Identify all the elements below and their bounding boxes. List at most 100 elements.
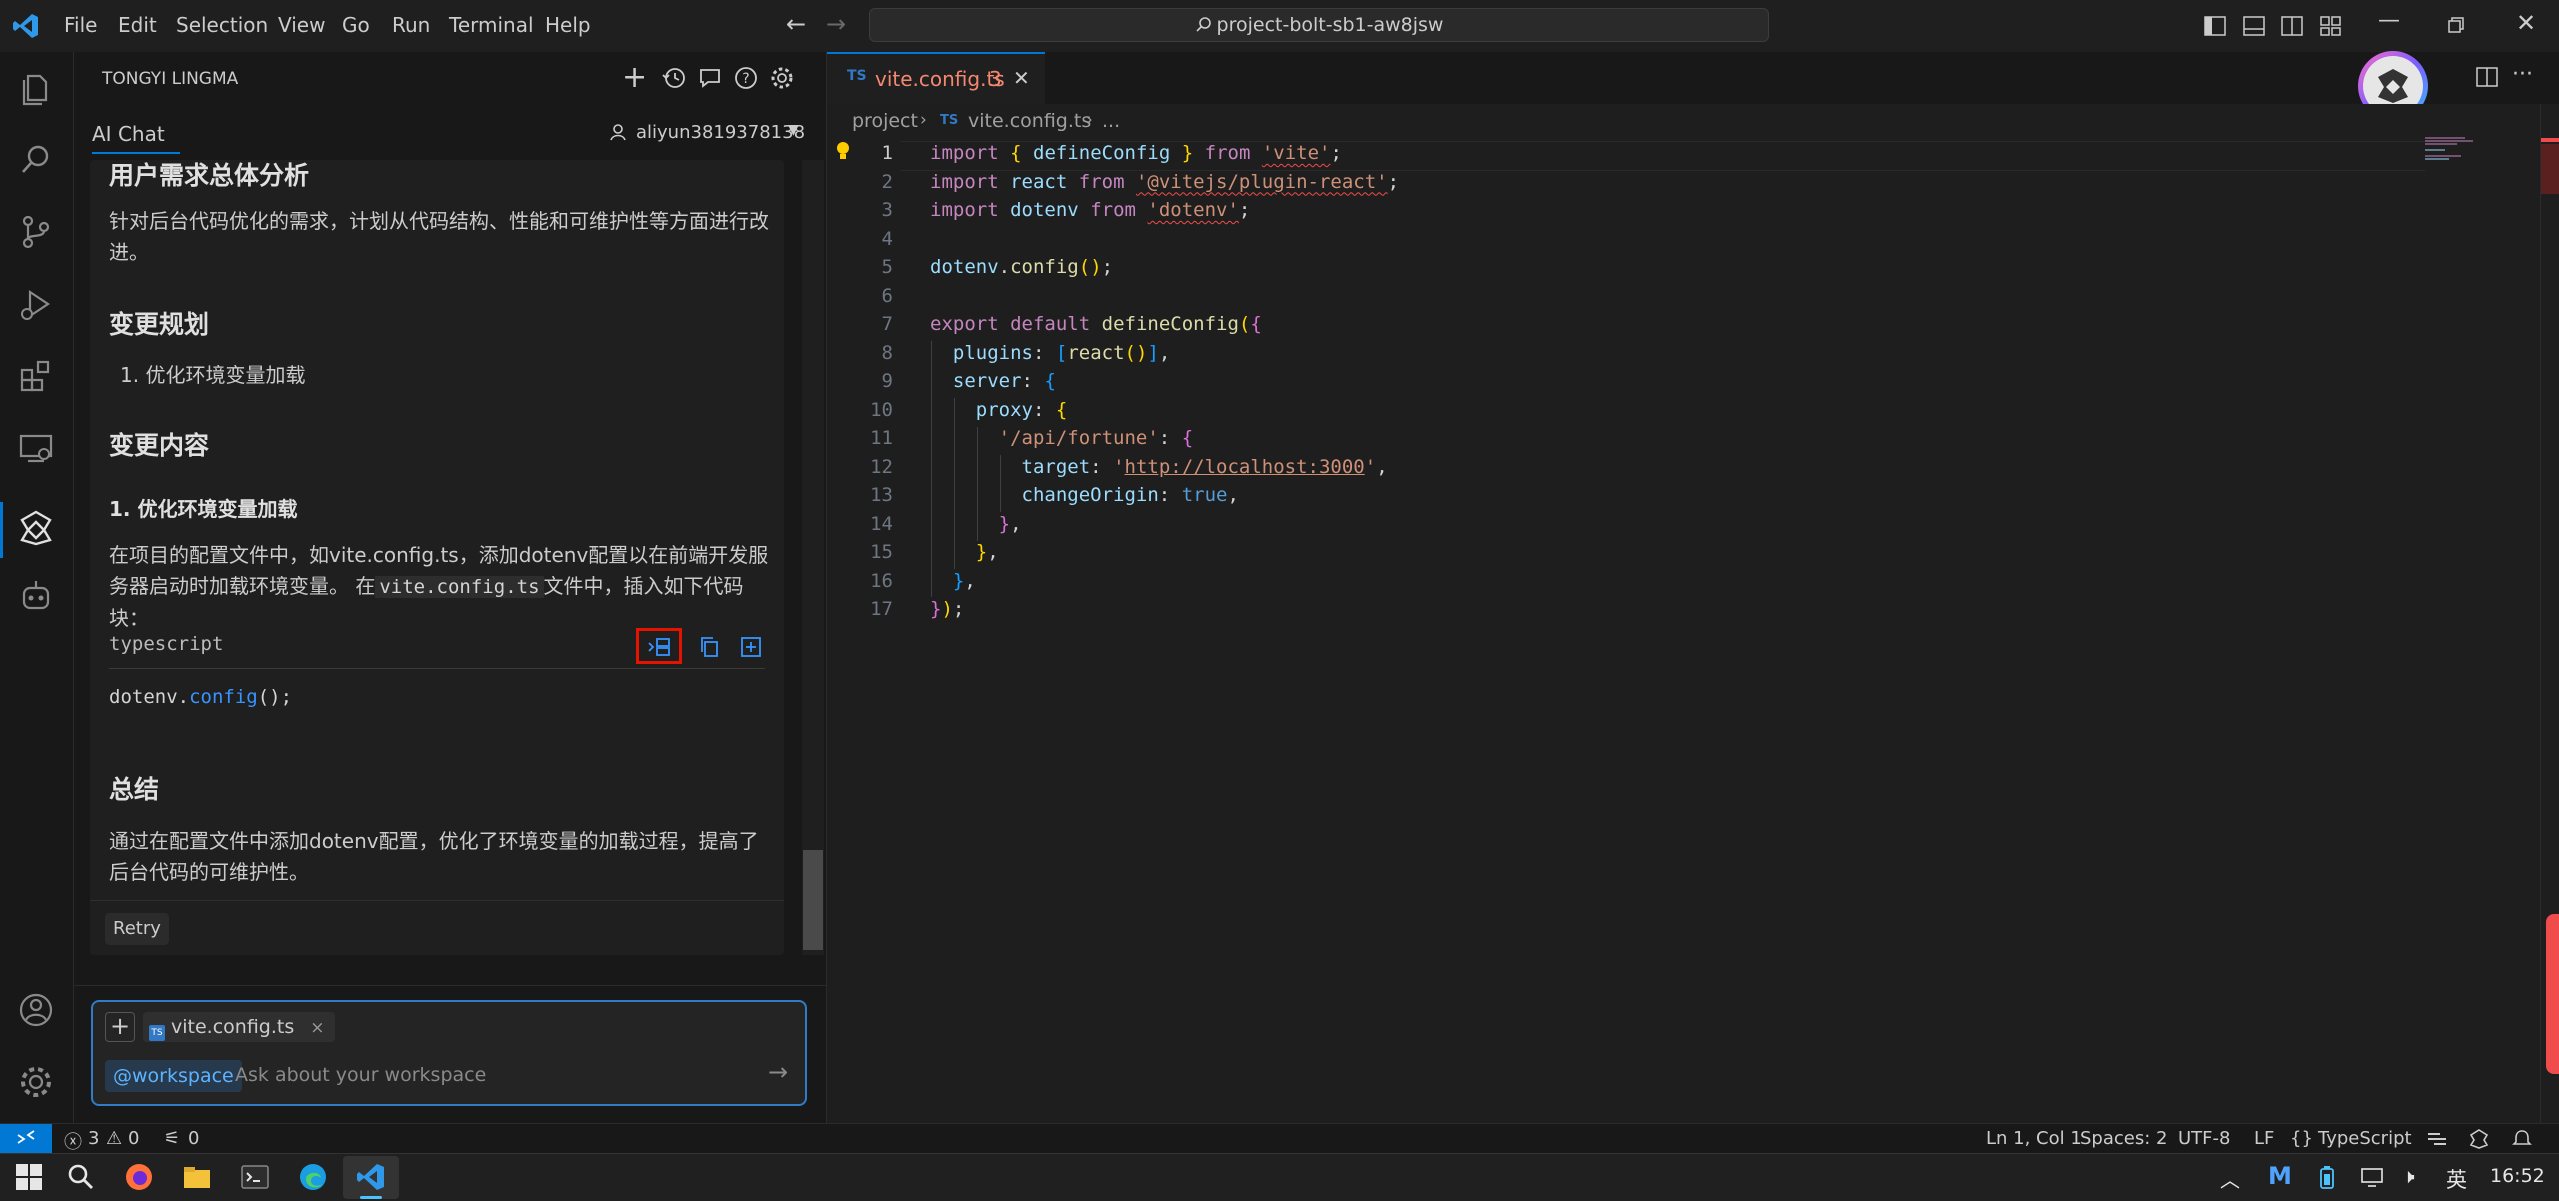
insert-code-icon[interactable]: [647, 636, 671, 658]
warning-count[interactable]: 0: [128, 1128, 139, 1149]
copilot-robot-icon[interactable]: [16, 576, 56, 616]
breadcrumb-more[interactable]: ...: [1102, 110, 1120, 132]
ports-count[interactable]: 0: [188, 1128, 199, 1149]
vscode-taskbar-icon[interactable]: [356, 1162, 386, 1192]
manage-gear-icon[interactable]: [16, 1062, 56, 1102]
command-center-search[interactable]: project-bolt-sb1-aw8jsw: [869, 8, 1769, 42]
notifications-bell-icon[interactable]: [2512, 1129, 2532, 1149]
breadcrumb-file[interactable]: vite.config.ts: [968, 110, 1091, 132]
language-mode[interactable]: TypeScript: [2318, 1128, 2412, 1149]
forward-arrow-icon[interactable]: →: [826, 10, 846, 38]
code-line[interactable]: },: [930, 513, 1022, 535]
encoding[interactable]: UTF-8: [2178, 1128, 2230, 1149]
code-line[interactable]: server: {: [930, 370, 1056, 392]
taskbar-search-icon[interactable]: [66, 1162, 96, 1192]
copy-icon[interactable]: [698, 636, 720, 658]
tray-m-app-icon[interactable]: M: [2268, 1162, 2292, 1190]
tray-network-icon[interactable]: [2360, 1166, 2384, 1188]
windows-start-icon[interactable]: [14, 1162, 44, 1192]
explorer-icon[interactable]: [16, 68, 56, 108]
retry-button[interactable]: Retry: [105, 913, 169, 945]
chat-input-box[interactable]: + TS vite.config.ts × @workspace Ask abou…: [91, 1000, 807, 1106]
add-context-button[interactable]: +: [105, 1012, 135, 1042]
feedback-icon[interactable]: [698, 66, 722, 90]
layout-control-icon[interactable]: [2426, 1130, 2448, 1148]
code-line[interactable]: });: [930, 598, 964, 620]
code-line[interactable]: import react from '@vitejs/plugin-react'…: [930, 171, 1399, 193]
error-count[interactable]: 3: [88, 1128, 99, 1149]
customize-layout-icon[interactable]: [2320, 15, 2342, 37]
search-view-icon[interactable]: [16, 140, 56, 180]
menu-go[interactable]: Go: [342, 13, 370, 37]
new-file-icon[interactable]: [740, 636, 762, 658]
editor-tab-vite-config[interactable]: TS vite.config.ts 3 ✕: [827, 52, 1045, 104]
history-icon[interactable]: [662, 66, 686, 90]
firefox-icon[interactable]: [124, 1162, 154, 1192]
source-control-icon[interactable]: [16, 212, 56, 252]
menu-view[interactable]: View: [278, 13, 325, 37]
restore-icon[interactable]: [2447, 16, 2465, 34]
more-actions-icon[interactable]: ···: [2512, 62, 2533, 87]
code-line[interactable]: proxy: {: [930, 399, 1068, 421]
breadcrumb-project[interactable]: project: [852, 110, 918, 132]
code-line[interactable]: import dotenv from 'dotenv';: [930, 199, 1250, 221]
warnings-icon[interactable]: ⚠: [106, 1128, 122, 1149]
toggle-panel-icon[interactable]: [2243, 15, 2265, 37]
toggle-primary-sidebar-icon[interactable]: [2204, 15, 2226, 37]
menu-file[interactable]: File: [64, 13, 97, 37]
chevron-down-icon[interactable]: ▼: [788, 122, 799, 138]
tray-overflow-chevron-icon[interactable]: ︿: [2220, 1164, 2240, 1193]
extensions-icon[interactable]: [16, 356, 56, 396]
ports-icon[interactable]: ⚟: [164, 1128, 180, 1149]
tongyi-lingma-icon[interactable]: [16, 508, 56, 548]
code-line[interactable]: plugins: [react()],: [930, 342, 1170, 364]
accounts-icon[interactable]: [16, 990, 56, 1030]
run-debug-icon[interactable]: [16, 284, 56, 324]
code-line[interactable]: export default defineConfig({: [930, 313, 1262, 335]
chat-input-placeholder[interactable]: Ask about your workspace: [235, 1064, 486, 1086]
help-icon[interactable]: ?: [734, 66, 758, 90]
menu-terminal[interactable]: Terminal: [449, 13, 534, 37]
errors-icon[interactable]: ⓧ: [64, 1128, 82, 1154]
chat-scrollbar-thumb[interactable]: [803, 850, 823, 950]
chip-close-icon[interactable]: ×: [310, 1018, 324, 1038]
tab-ai-chat[interactable]: AI Chat: [92, 122, 165, 146]
cursor-position[interactable]: Ln 1, Col 1: [1986, 1128, 2082, 1149]
new-chat-icon[interactable]: +: [622, 60, 647, 95]
code-line[interactable]: dotenv.config();: [930, 256, 1113, 278]
code-line[interactable]: import { defineConfig } from 'vite';: [930, 142, 1342, 164]
user-account[interactable]: aliyun3819378138: [636, 122, 805, 143]
minimap[interactable]: [2425, 136, 2495, 166]
lingma-side-tab[interactable]: [2546, 914, 2559, 1074]
close-window-icon[interactable]: ✕: [2516, 9, 2536, 37]
settings-icon[interactable]: [770, 66, 794, 90]
remote-indicator[interactable]: [0, 1124, 52, 1154]
file-explorer-icon[interactable]: [182, 1162, 212, 1192]
menu-help[interactable]: Help: [545, 13, 591, 37]
terminal-icon[interactable]: [240, 1162, 270, 1192]
chat-scrollbar-track[interactable]: [802, 160, 824, 955]
file-context-chip[interactable]: TS vite.config.ts ×: [143, 1012, 335, 1042]
edge-icon[interactable]: [298, 1162, 328, 1192]
tray-battery-icon[interactable]: [2316, 1166, 2338, 1190]
send-arrow-icon[interactable]: →: [768, 1058, 788, 1086]
split-editor-icon[interactable]: [2476, 66, 2498, 88]
menu-selection[interactable]: Selection: [176, 13, 268, 37]
code-line[interactable]: },: [930, 570, 976, 592]
tray-clock[interactable]: 16:52: [2490, 1165, 2545, 1187]
back-arrow-icon[interactable]: ←: [786, 10, 806, 38]
minimize-icon[interactable]: —: [2378, 8, 2400, 33]
tray-volume-muted-icon[interactable]: 🕨: [2402, 1164, 2415, 1188]
tray-ime-indicator[interactable]: 英: [2446, 1164, 2467, 1194]
menu-edit[interactable]: Edit: [118, 13, 157, 37]
indentation[interactable]: Spaces: 2: [2080, 1128, 2167, 1149]
end-of-line[interactable]: LF: [2254, 1128, 2274, 1149]
toggle-secondary-sidebar-icon[interactable]: [2281, 15, 2303, 37]
code-line[interactable]: target: 'http://localhost:3000',: [930, 456, 1388, 478]
workspace-mention[interactable]: @workspace: [105, 1060, 242, 1092]
lingma-status-icon[interactable]: [2468, 1128, 2490, 1150]
tab-close-icon[interactable]: ✕: [1013, 66, 1030, 90]
code-line[interactable]: '/api/fortune': {: [930, 427, 1194, 449]
remote-explorer-icon[interactable]: [16, 428, 56, 468]
code-line[interactable]: },: [930, 541, 999, 563]
